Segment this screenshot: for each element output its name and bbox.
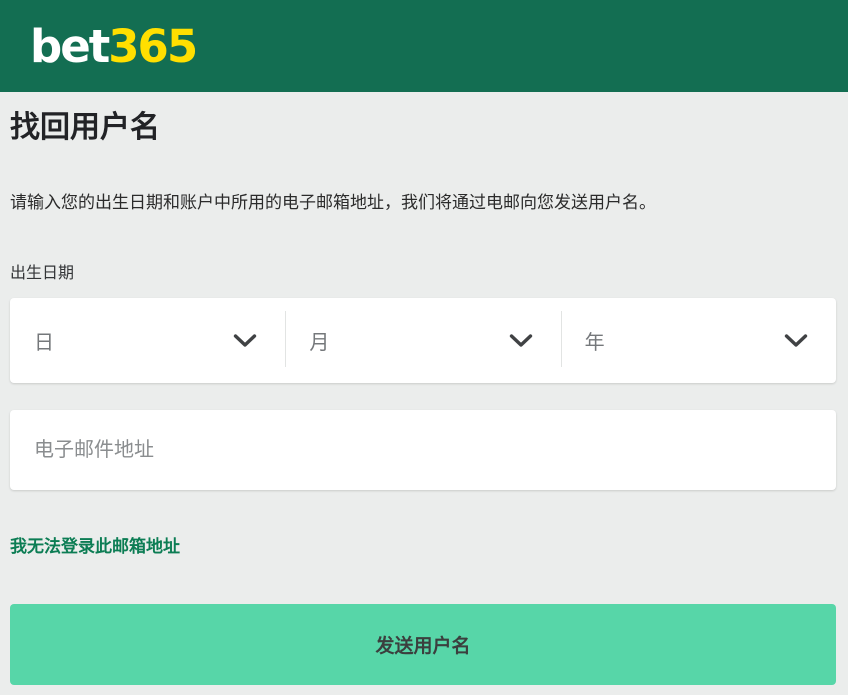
email-row bbox=[10, 410, 836, 490]
logo-bet-text: bet bbox=[30, 20, 108, 73]
main-content: 找回用户名 请输入您的出生日期和账户中所用的电子邮箱地址，我们将通过电邮向您发送… bbox=[0, 92, 848, 685]
header-bar: bet365 bbox=[0, 0, 848, 92]
dob-month-select[interactable]: 月 bbox=[285, 298, 560, 383]
dob-day-placeholder: 日 bbox=[34, 326, 54, 355]
dob-month-placeholder: 月 bbox=[309, 326, 329, 355]
chevron-down-icon bbox=[509, 334, 533, 348]
dob-label: 出生日期 bbox=[10, 259, 836, 283]
dob-year-select[interactable]: 年 bbox=[561, 298, 836, 383]
submit-row: 发送用户名 bbox=[10, 604, 836, 685]
instructions-text: 请输入您的出生日期和账户中所用的电子邮箱地址，我们将通过电邮向您发送用户名。 bbox=[10, 192, 836, 214]
page-title: 找回用户名 bbox=[10, 92, 836, 148]
send-username-button[interactable]: 发送用户名 bbox=[10, 604, 836, 685]
dob-year-placeholder: 年 bbox=[585, 326, 605, 355]
chevron-down-icon bbox=[233, 334, 257, 348]
cant-access-email-link[interactable]: 我无法登录此邮箱地址 bbox=[10, 532, 180, 557]
dob-select-group: 日 月 年 bbox=[10, 298, 836, 383]
chevron-down-icon bbox=[784, 334, 808, 348]
bet365-logo[interactable]: bet365 bbox=[30, 24, 196, 69]
logo-365-text: 365 bbox=[108, 20, 196, 73]
email-input[interactable] bbox=[10, 410, 836, 490]
dob-day-select[interactable]: 日 bbox=[10, 298, 285, 383]
